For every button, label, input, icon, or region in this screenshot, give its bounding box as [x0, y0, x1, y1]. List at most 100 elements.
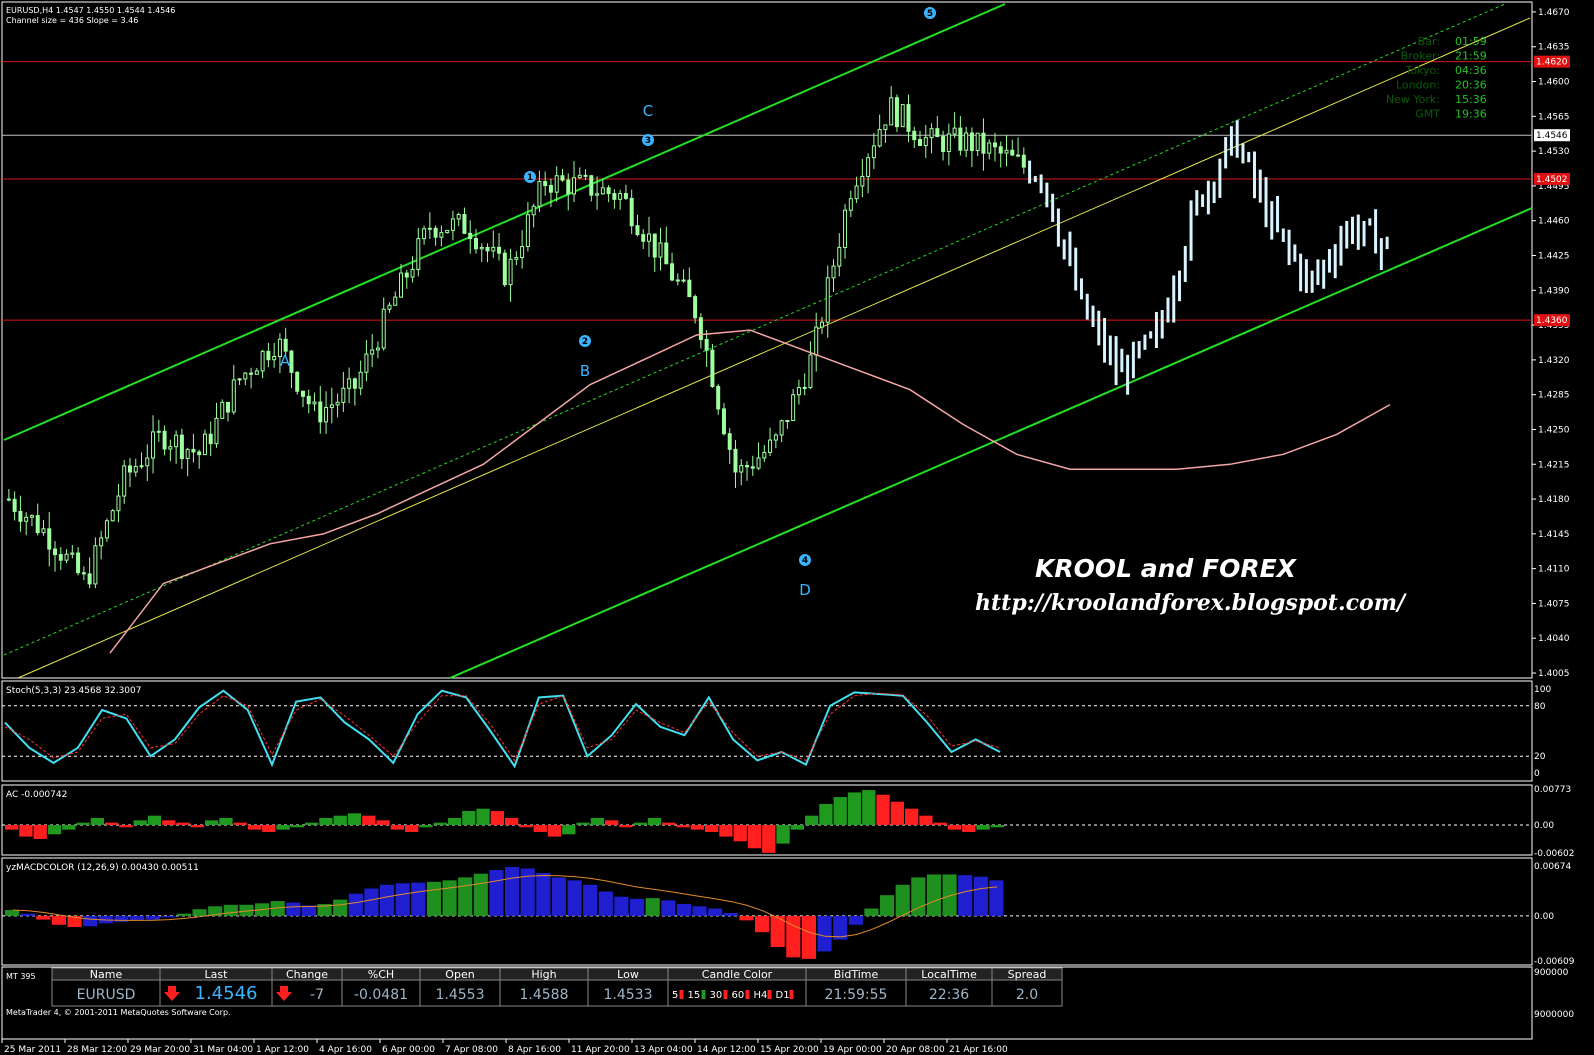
price-tick-label: 1.4565 — [1538, 112, 1570, 122]
ac-bar — [90, 817, 104, 825]
time-tick-label: 25 Mar 2011 — [4, 1045, 61, 1055]
ac-bar — [5, 824, 19, 830]
candle-body — [762, 451, 767, 459]
candle-body — [802, 386, 807, 389]
macd-bar — [567, 880, 582, 916]
candle-body — [600, 187, 605, 195]
candle-body — [946, 133, 951, 152]
macd-bar — [926, 874, 941, 916]
candle-body — [825, 277, 830, 323]
candle-body — [462, 214, 467, 234]
ac-bar — [590, 817, 604, 825]
time-tick-label: 20 Apr 08:00 — [886, 1045, 945, 1055]
candle-body — [785, 419, 790, 422]
candle-body — [93, 545, 98, 585]
candle-body — [393, 296, 398, 306]
ac-bar — [962, 824, 976, 832]
candle-body — [456, 214, 461, 220]
candle-body — [768, 439, 773, 453]
candle-body — [894, 97, 899, 128]
candle-body — [35, 515, 40, 534]
candle-body — [231, 379, 236, 413]
macd-bar — [114, 915, 129, 922]
wave-letter-label: A — [280, 352, 291, 370]
candle-tf-label: 5 — [672, 990, 678, 1001]
wave-letter-label: D — [799, 581, 811, 599]
time-tick-label: 4 Apr 16:00 — [319, 1045, 372, 1055]
clock-value: 19:36 — [1455, 108, 1487, 121]
macd-bar — [739, 915, 754, 921]
candle-body — [53, 548, 58, 556]
ac-bar — [333, 815, 347, 825]
candle-body — [646, 233, 651, 242]
candle-body — [572, 177, 577, 195]
candle-body — [808, 354, 813, 388]
candle-tf-label: 15 — [688, 990, 701, 1001]
candle-body — [941, 136, 946, 152]
ac-bar — [47, 824, 62, 835]
ac-bar — [519, 824, 533, 828]
candle-body — [497, 246, 502, 254]
ac-bar — [19, 824, 33, 837]
macd-bar — [161, 915, 176, 918]
ac-bar — [505, 817, 519, 825]
candle-body — [819, 321, 824, 328]
candle-body — [687, 279, 692, 298]
candle-body — [554, 175, 559, 193]
candle-body — [249, 372, 254, 375]
ac-bar — [690, 824, 704, 830]
ac-bar — [933, 822, 947, 825]
price-tick-label: 1.4670 — [1538, 8, 1570, 18]
time-axis: 25 Mar 2011 28 Mar 12:00 29 Mar 20:00 31 Ma… — [1, 1039, 1008, 1055]
ac-bar — [376, 820, 390, 825]
ac-bar — [562, 824, 576, 835]
macd-bar — [583, 884, 598, 916]
ac-bar — [190, 824, 204, 828]
ac-bar — [976, 824, 990, 830]
candle-body — [29, 515, 34, 518]
time-tick-label: 11 Apr 20:00 — [571, 1045, 630, 1055]
price-tick-label: 1.4180 — [1538, 495, 1570, 505]
price-tag-label: 1.4546 — [1536, 131, 1568, 141]
macd-bar — [333, 899, 348, 916]
candle-tf-swatch — [679, 990, 684, 999]
info-head-label: BidTime — [834, 968, 879, 981]
info-head-label: High — [531, 968, 556, 981]
ac-bar — [76, 822, 90, 825]
ac-bar — [233, 822, 247, 825]
candle-body — [889, 97, 894, 126]
price-tag-label: 1.4502 — [1536, 175, 1568, 185]
ac-bar — [62, 824, 76, 830]
time-tick-label: 7 Apr 08:00 — [445, 1045, 498, 1055]
candle-body — [964, 132, 969, 151]
candle-body — [583, 174, 588, 177]
candle-body — [912, 130, 917, 141]
candle-body — [427, 227, 432, 230]
time-tick-label: 1 Apr 12:00 — [256, 1045, 309, 1055]
wave-number-label: 5 — [927, 9, 933, 19]
candle-body — [670, 263, 675, 281]
candle-body — [727, 433, 732, 450]
wave-letter-label: C — [643, 102, 653, 120]
ac-bar — [805, 815, 819, 825]
candle-body — [537, 181, 542, 207]
candle-body — [952, 127, 957, 135]
copyright: MetaTrader 4, © 2001-2011 MetaQuotes Sof… — [6, 1008, 231, 1017]
time-tick-label: 13 Apr 04:00 — [634, 1045, 693, 1055]
candle-body — [24, 516, 29, 522]
ac-bar — [105, 822, 119, 825]
candle-body — [6, 498, 11, 501]
candle-body — [439, 232, 444, 238]
candle-body — [929, 128, 934, 139]
macd-bar — [645, 898, 660, 916]
price-tick-label: 1.4285 — [1538, 391, 1570, 401]
candle-body — [566, 179, 571, 195]
info-value-low: 1.4533 — [604, 987, 653, 1003]
ac-bar — [447, 817, 462, 825]
time-tick-label: 14 Apr 12:00 — [697, 1045, 756, 1055]
candle-body — [410, 268, 415, 278]
clock-value: 01:59 — [1455, 35, 1487, 48]
ac-bar — [762, 824, 776, 853]
candle-body — [814, 326, 819, 356]
candle-body — [341, 387, 346, 403]
